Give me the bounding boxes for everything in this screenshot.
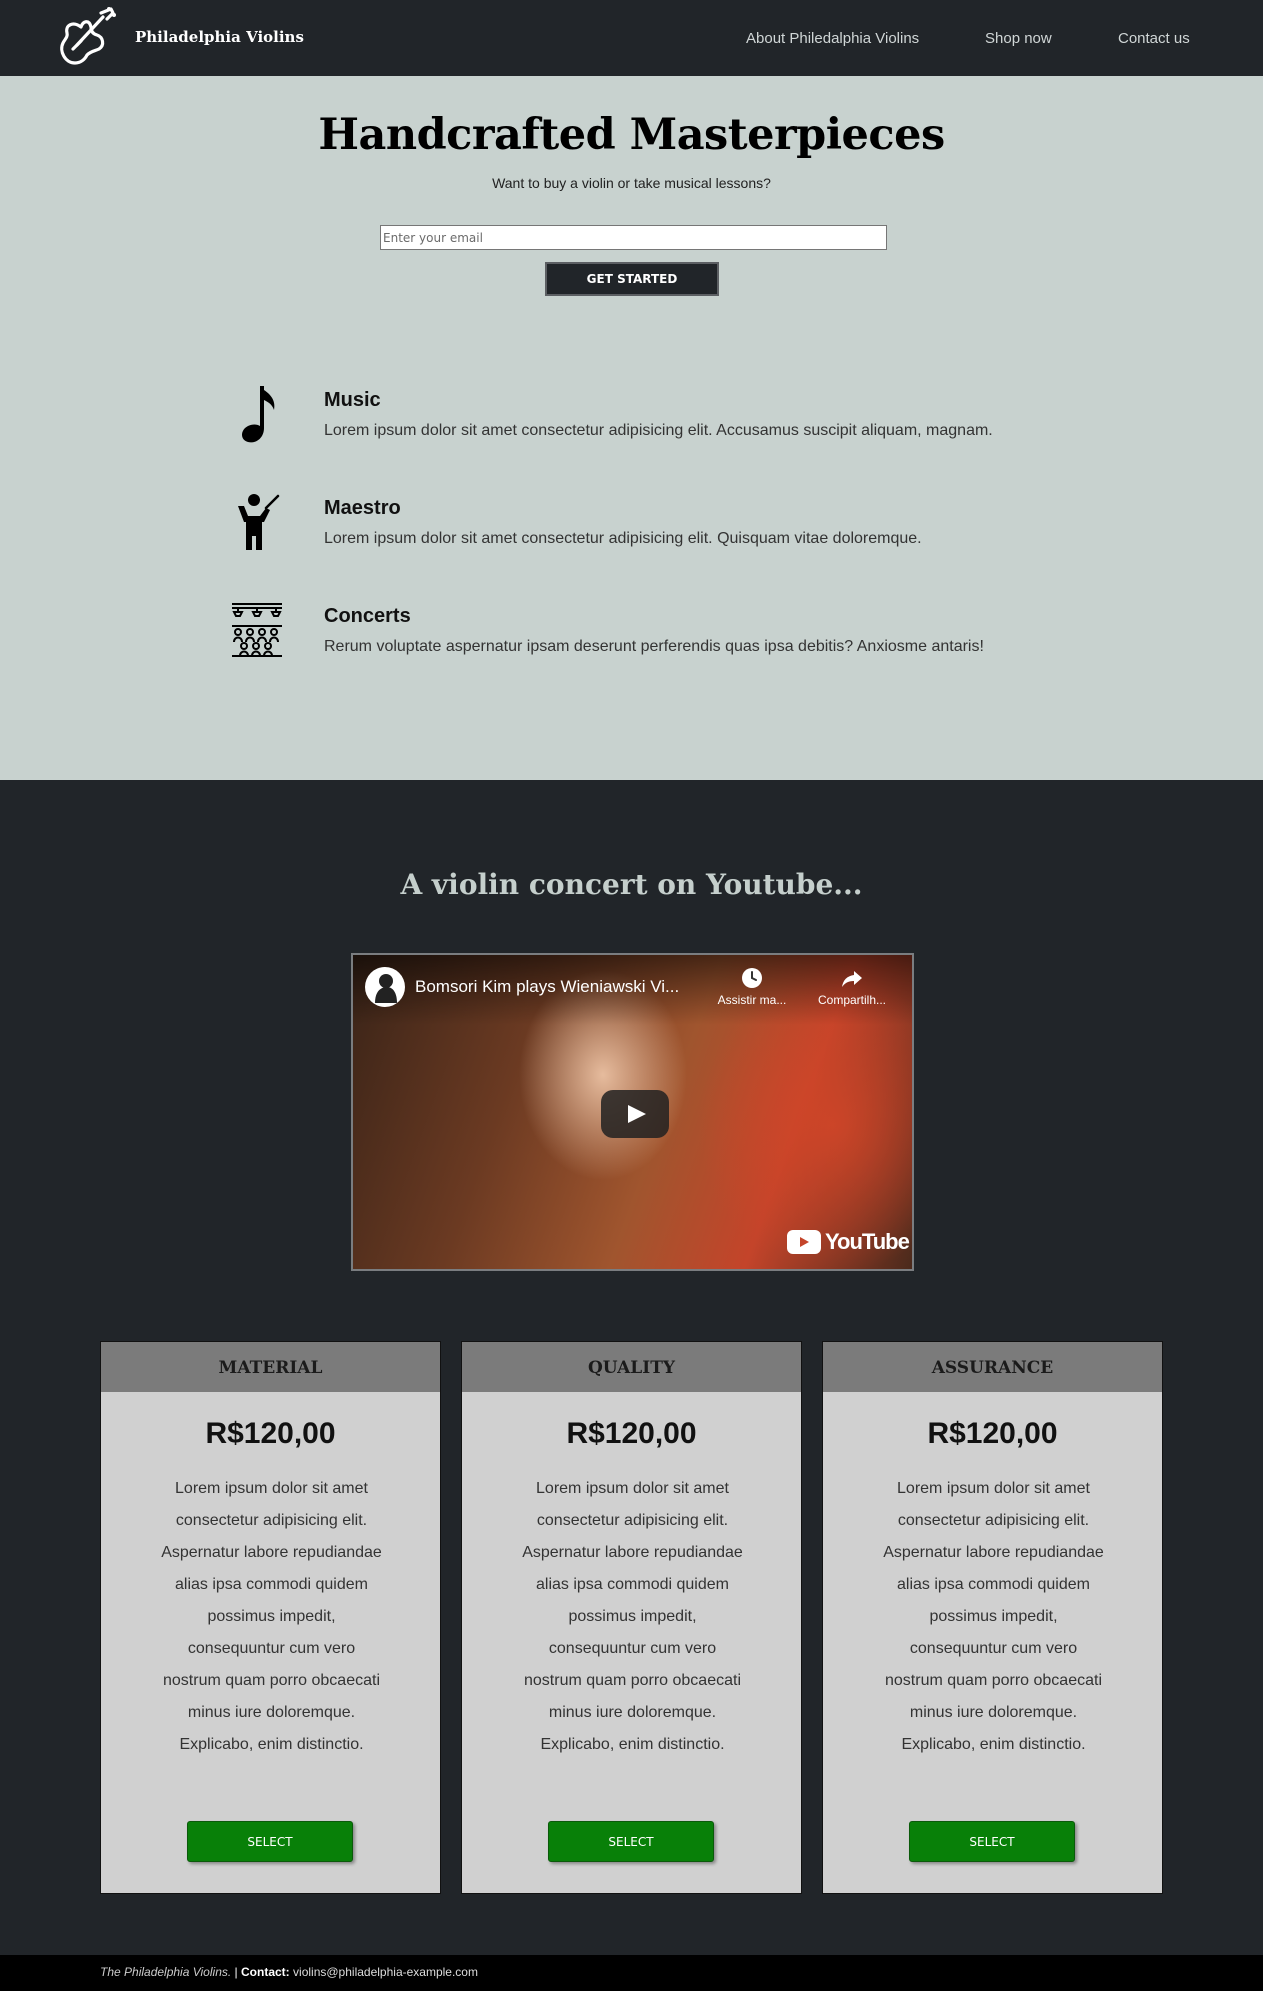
play-icon [628, 1105, 646, 1123]
conductor-icon [238, 494, 280, 550]
card-price: R$120,00 [205, 1417, 336, 1450]
feature-maestro: Maestro Lorem ipsum dolor sit amet conse… [230, 492, 1130, 562]
youtube-logo[interactable]: YouTube [787, 1227, 910, 1257]
nav-link-shop[interactable]: Shop now [985, 30, 1052, 47]
video-title[interactable]: Bomsori Kim plays Wieniawski Vi... [415, 977, 679, 997]
youtube-wordmark: YouTube [825, 1229, 910, 1254]
card-description: Lorem ipsum dolor sit amet consectetur a… [883, 1480, 1104, 1753]
youtube-play-icon [787, 1230, 821, 1254]
nav-link-contact[interactable]: Contact us [1118, 30, 1190, 47]
feature-description: Lorem ipsum dolor sit amet consectetur a… [324, 422, 993, 439]
feature-title: Concerts [324, 605, 411, 627]
feature-description: Lorem ipsum dolor sit amet consectetur a… [324, 530, 922, 547]
select-button-quality[interactable]: SELECT [548, 1821, 714, 1862]
card-description: Lorem ipsum dolor sit amet consectetur a… [522, 1480, 743, 1753]
footer-contact-label: Contact: [241, 1965, 290, 1979]
music-note-icon [242, 386, 275, 443]
channel-avatar[interactable] [365, 967, 405, 1007]
select-button-assurance[interactable]: SELECT [909, 1821, 1075, 1862]
card-title: QUALITY [588, 1358, 675, 1378]
card-price: R$120,00 [927, 1417, 1058, 1450]
violin-icon[interactable] [55, 5, 119, 69]
share-arrow-icon [842, 971, 862, 987]
get-started-button[interactable]: GET STARTED [545, 262, 719, 296]
pricing-card-quality: QUALITY R$120,00 Lorem ipsum dolor sit a… [461, 1341, 802, 1894]
footer-separator: | [234, 1965, 238, 1979]
site-header: Philadelphia Violins About Philedalphia … [0, 0, 1263, 76]
card-title: ASSURANCE [931, 1358, 1054, 1378]
feature-title: Maestro [324, 497, 401, 519]
footer-text: The Philadelphia Violins. | Contact: vio… [100, 1965, 478, 1979]
concert-audience-icon [232, 603, 282, 657]
video-section-heading: A violin concert on Youtube... [400, 868, 863, 901]
pricing-card-material: MATERIAL R$120,00 Lorem ipsum dolor sit … [100, 1341, 441, 1894]
select-button-material[interactable]: SELECT [187, 1821, 353, 1862]
hero-subtitle: Want to buy a violin or take musical les… [492, 175, 771, 191]
share-label: Compartilh... [817, 993, 887, 1007]
feature-concerts: Concerts Rerum voluptate aspernatur ipsa… [230, 600, 1130, 670]
clock-icon [742, 968, 762, 988]
brand-name[interactable]: Philadelphia Violins [135, 28, 304, 46]
hero-title: Handcrafted Masterpieces [318, 110, 945, 160]
card-description: Lorem ipsum dolor sit amet consectetur a… [161, 1480, 382, 1753]
play-button[interactable] [601, 1090, 669, 1138]
share-button[interactable]: Compartilh... [807, 967, 897, 1007]
watch-later-button[interactable]: Assistir ma... [707, 967, 797, 1007]
feature-music: Music Lorem ipsum dolor sit amet consect… [230, 384, 1130, 454]
site-footer: The Philadelphia Violins. | Contact: vio… [0, 1955, 1263, 1991]
youtube-video-embed[interactable]: Bomsori Kim plays Wieniawski Vi... Assis… [351, 953, 914, 1271]
nav-link-about[interactable]: About Philedalphia Violins [746, 30, 919, 47]
feature-description: Rerum voluptate aspernatur ipsam deserun… [324, 638, 984, 655]
email-input[interactable] [380, 225, 887, 250]
pricing-card-assurance: ASSURANCE R$120,00 Lorem ipsum dolor sit… [822, 1341, 1163, 1894]
card-price: R$120,00 [566, 1417, 697, 1450]
footer-brand: The Philadelphia Violins. [100, 1965, 232, 1979]
feature-title: Music [324, 389, 381, 411]
card-title: MATERIAL [218, 1358, 323, 1378]
footer-contact-email[interactable]: violins@philadelphia-example.com [293, 1965, 478, 1979]
hero-section: Handcrafted Masterpieces Want to buy a v… [0, 76, 1263, 780]
watch-later-label: Assistir ma... [717, 993, 787, 1007]
